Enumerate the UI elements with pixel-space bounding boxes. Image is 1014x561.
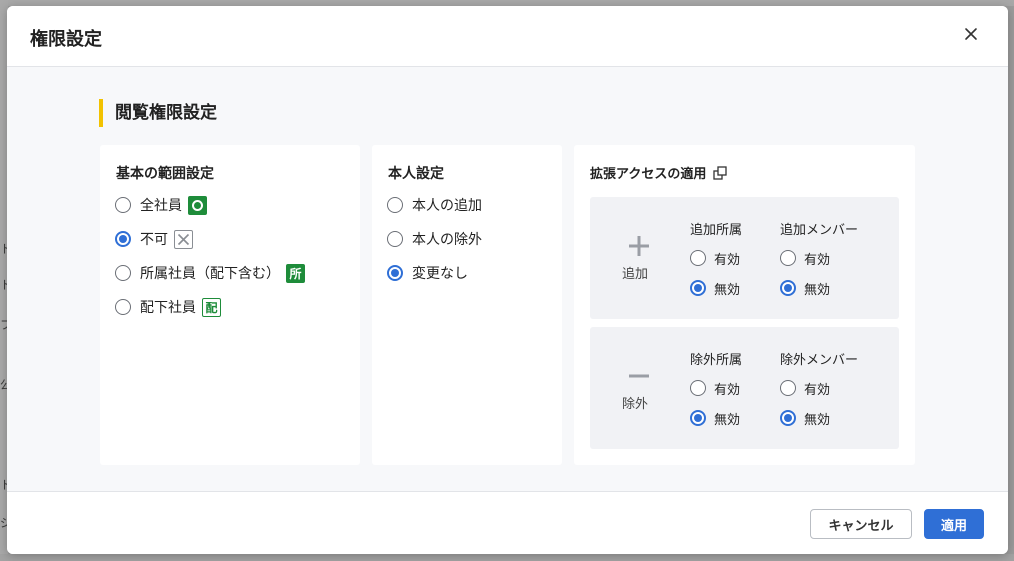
scope-option-label: 不可	[140, 232, 168, 248]
scope-option-department[interactable]: 所属社員（配下含む） 所	[115, 262, 305, 284]
dialog-header: 権限設定	[7, 6, 1008, 67]
extended-add-label: 追加	[622, 267, 649, 282]
self-option-label: 変更なし	[412, 266, 468, 282]
scope-option-all[interactable]: 全社員	[115, 194, 207, 216]
minus-icon	[629, 374, 649, 378]
add-dept-title: 追加所属	[690, 223, 743, 238]
scope-option-label: 所属社員（配下含む）	[140, 266, 280, 282]
radio-icon	[115, 299, 131, 315]
self-option-add[interactable]: 本人の追加	[387, 194, 482, 216]
radio-icon	[690, 250, 706, 266]
remove-dept-enabled-radio[interactable]: 有効	[690, 378, 740, 398]
dialog-footer: キャンセル 適用	[7, 491, 1008, 554]
self-option-label: 本人の除外	[412, 232, 482, 248]
radio-icon	[780, 250, 796, 266]
self-option-no-change[interactable]: 変更なし	[387, 262, 468, 284]
cancel-button[interactable]: キャンセル	[810, 509, 912, 539]
scope-option-label: 全社員	[140, 198, 182, 214]
radio-icon	[115, 231, 131, 247]
radio-icon	[780, 410, 796, 426]
plus-icon	[629, 236, 649, 256]
add-dept-disabled-radio[interactable]: 無効	[690, 278, 740, 298]
add-member-enabled-radio[interactable]: 有効	[780, 248, 830, 268]
permission-dialog: 権限設定 閲覧権限設定 基本の範囲設定 全社員 不可 所属社員（配下含む） 所 …	[7, 6, 1008, 554]
radio-icon	[690, 380, 706, 396]
radio-icon	[387, 197, 403, 213]
radio-icon	[115, 197, 131, 213]
remove-dept-title: 除外所属	[690, 353, 743, 368]
extended-access-title: 拡張アクセスの適用	[590, 163, 728, 182]
scope-option-label: 配下社員	[140, 300, 196, 316]
scope-title: 基本の範囲設定	[116, 166, 214, 182]
extended-access-title-text: 拡張アクセスの適用	[590, 167, 707, 182]
radio-icon	[690, 280, 706, 296]
remove-member-title: 除外メンバー	[780, 353, 859, 368]
radio-label: 有効	[804, 252, 831, 268]
section-title: 閲覧権限設定	[99, 99, 217, 127]
remove-dept-disabled-radio[interactable]: 無効	[690, 408, 740, 428]
self-option-remove[interactable]: 本人の除外	[387, 228, 482, 250]
extended-remove-label: 除外	[622, 397, 649, 412]
close-icon	[965, 28, 977, 40]
extended-add-box: 追加 追加所属 有効 無効 追加メンバー 有効 無効	[590, 197, 899, 319]
radio-icon	[780, 280, 796, 296]
radio-label: 有効	[714, 382, 741, 398]
add-member-title: 追加メンバー	[780, 223, 859, 238]
subordinates-badge-icon: 配	[202, 297, 221, 317]
external-link-icon[interactable]	[713, 165, 728, 180]
radio-label: 有効	[804, 382, 831, 398]
scope-panel: 基本の範囲設定 全社員 不可 所属社員（配下含む） 所 配下社員 配	[100, 145, 360, 465]
radio-label: 無効	[714, 412, 741, 428]
radio-label: 無効	[714, 282, 741, 298]
extended-access-panel: 拡張アクセスの適用 追加 追加所属 有効 無効 追加メンバー 有効 無効 除外 …	[574, 145, 915, 465]
self-panel: 本人設定 本人の追加 本人の除外 変更なし	[372, 145, 562, 465]
remove-member-enabled-radio[interactable]: 有効	[780, 378, 830, 398]
radio-label: 無効	[804, 412, 831, 428]
dialog-body: 閲覧権限設定 基本の範囲設定 全社員 不可 所属社員（配下含む） 所 配下社員 …	[7, 67, 1008, 491]
department-badge-icon: 所	[286, 263, 305, 283]
radio-icon	[387, 231, 403, 247]
scope-option-subordinates[interactable]: 配下社員 配	[115, 296, 221, 318]
no-access-badge-icon	[174, 229, 193, 249]
add-member-disabled-radio[interactable]: 無効	[780, 278, 830, 298]
radio-label: 無効	[804, 282, 831, 298]
remove-member-disabled-radio[interactable]: 無効	[780, 408, 830, 428]
dialog-title: 権限設定	[30, 29, 102, 50]
radio-icon	[780, 380, 796, 396]
all-employees-badge-icon	[188, 195, 207, 215]
self-option-label: 本人の追加	[412, 198, 482, 214]
self-title: 本人設定	[388, 166, 444, 182]
radio-icon	[387, 265, 403, 281]
apply-button[interactable]: 適用	[924, 509, 984, 539]
add-dept-enabled-radio[interactable]: 有効	[690, 248, 740, 268]
background-footer	[0, 554, 1014, 561]
close-button[interactable]	[959, 22, 983, 46]
extended-remove-box: 除外 除外所属 有効 無効 除外メンバー 有効 無効	[590, 327, 899, 449]
radio-icon	[115, 265, 131, 281]
radio-label: 有効	[714, 252, 741, 268]
radio-icon	[690, 410, 706, 426]
scope-option-none[interactable]: 不可	[115, 228, 193, 250]
